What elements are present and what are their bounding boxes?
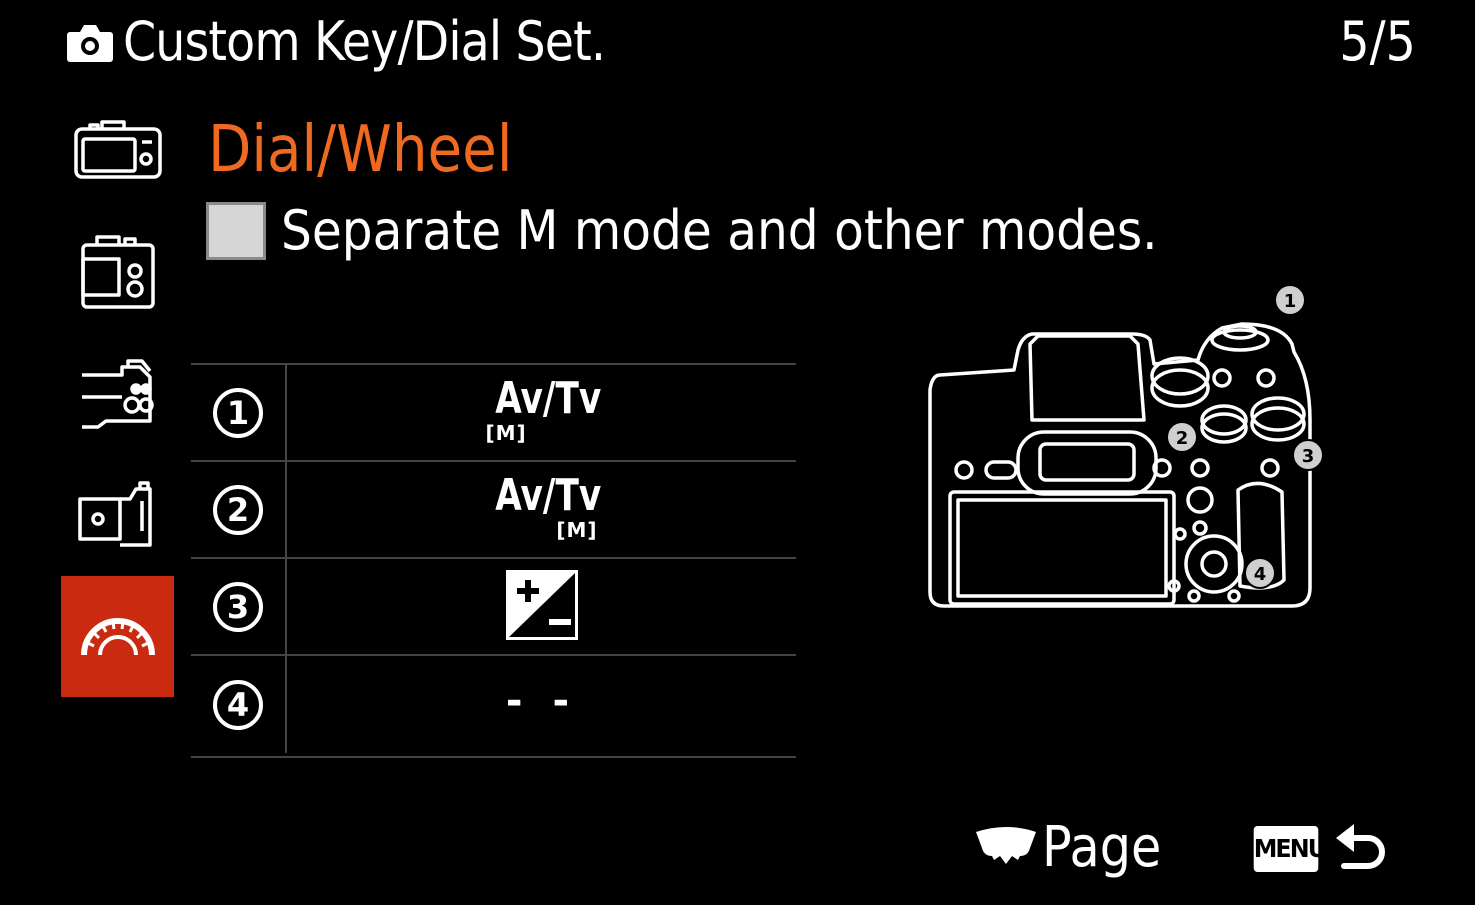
dial-mode-label: [M] [485,421,527,445]
sidebar-item-dial[interactable] [61,576,174,697]
page-label: Page [1042,815,1162,880]
camera-icon [67,25,113,62]
dial-value [287,559,796,654]
dial-icon [80,617,155,655]
table-row[interactable]: 3 [191,559,796,656]
page-wheel-icon [976,827,1036,864]
menu-badge: MENU [1253,826,1327,872]
dial-function-label: Av/Tv [494,373,601,424]
diagram-marker: 4 [1254,564,1267,585]
sidebar-item-shooting[interactable] [61,88,174,208]
diagram-marker: 2 [1176,428,1189,449]
dial-unassigned-label: - - [505,678,578,724]
menu-screen: Custom Key/Dial Set. 5/5 Dial/Wheel Sepa… [0,0,1475,905]
section-title: Dial/Wheel [208,113,513,187]
table-row[interactable]: 4 - - [191,656,796,753]
dial-number: 2 [213,484,263,535]
separate-modes-checkbox[interactable] [206,202,266,260]
page-indicator: 5/5 [1339,10,1416,73]
dial-value: - - [287,656,796,753]
camera-back-diagram: 1 2 3 4 [928,284,1324,608]
back-arrow-icon [1336,824,1385,869]
dial-assignment-table: 1 Av/Tv [M] 2 Av/Tv [M] 3 4 - - [191,363,796,758]
diagram-marker: 1 [1284,291,1297,312]
sidebar-item-playback[interactable] [61,211,174,331]
menu-back-button[interactable]: MENU [1252,818,1392,882]
exposure-compensation-icon [505,570,578,640]
sidebar-item-custom-keys[interactable] [61,332,174,452]
page-title: Custom Key/Dial Set. [123,10,606,73]
camera-body-front-icon [73,120,162,179]
camera-body-back-icon [80,235,155,309]
dial-value: Av/Tv [M] [287,462,796,557]
page-navigation[interactable]: Page [974,812,1184,884]
dial-value: Av/Tv [M] [287,365,796,460]
dial-number: 3 [213,581,263,632]
camera-side-icon [77,481,152,547]
dial-mode-label: [M] [556,518,598,542]
table-row[interactable]: 2 Av/Tv [M] [191,462,796,559]
sidebar-item-side-buttons[interactable] [61,454,174,574]
separate-modes-label[interactable]: Separate M mode and other modes. [281,198,1158,264]
dial-function-label: Av/Tv [494,470,601,521]
table-row[interactable]: 1 Av/Tv [M] [191,365,796,462]
header: Custom Key/Dial Set. 5/5 [66,6,1416,76]
dial-number: 1 [213,387,263,438]
diagram-marker: 3 [1302,446,1315,467]
dial-number: 4 [213,679,263,730]
camera-grip-buttons-icon [81,359,154,429]
